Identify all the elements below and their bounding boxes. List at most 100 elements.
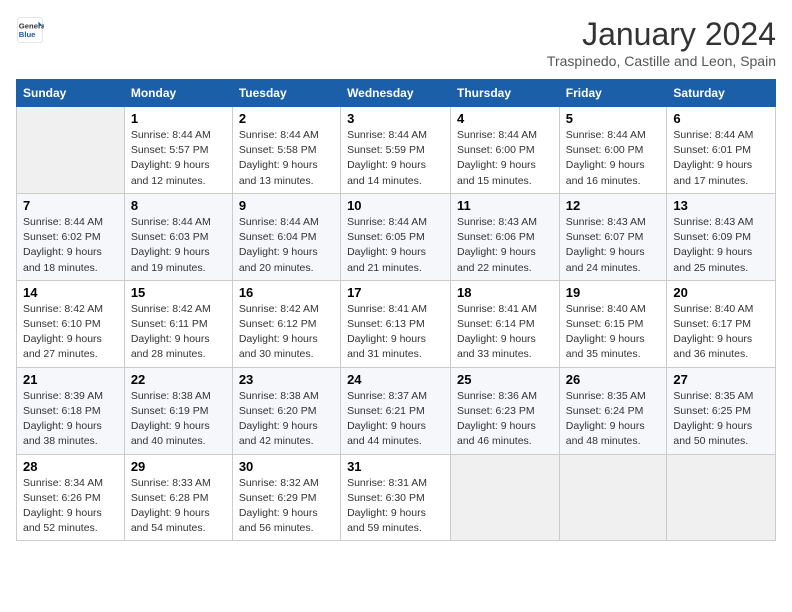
week-row-4: 21 Sunrise: 8:39 AMSunset: 6:18 PMDaylig… <box>17 367 776 454</box>
day-number: 19 <box>566 285 661 300</box>
day-cell <box>667 454 776 541</box>
week-row-1: 1 Sunrise: 8:44 AMSunset: 5:57 PMDayligh… <box>17 107 776 194</box>
day-number: 12 <box>566 198 661 213</box>
day-cell: 9 Sunrise: 8:44 AMSunset: 6:04 PMDayligh… <box>232 193 340 280</box>
day-cell: 17 Sunrise: 8:41 AMSunset: 6:13 PMDaylig… <box>341 280 451 367</box>
day-number: 29 <box>131 459 226 474</box>
day-number: 27 <box>673 372 769 387</box>
header-cell-saturday: Saturday <box>667 80 776 107</box>
day-info: Sunrise: 8:44 AMSunset: 6:02 PMDaylight:… <box>23 215 118 276</box>
header-cell-friday: Friday <box>559 80 667 107</box>
day-info: Sunrise: 8:35 AMSunset: 6:25 PMDaylight:… <box>673 389 769 450</box>
header-cell-sunday: Sunday <box>17 80 125 107</box>
day-info: Sunrise: 8:35 AMSunset: 6:24 PMDaylight:… <box>566 389 661 450</box>
day-cell: 19 Sunrise: 8:40 AMSunset: 6:15 PMDaylig… <box>559 280 667 367</box>
day-cell: 31 Sunrise: 8:31 AMSunset: 6:30 PMDaylig… <box>341 454 451 541</box>
day-info: Sunrise: 8:44 AMSunset: 6:04 PMDaylight:… <box>239 215 334 276</box>
day-number: 4 <box>457 111 553 126</box>
header-cell-monday: Monday <box>124 80 232 107</box>
day-info: Sunrise: 8:33 AMSunset: 6:28 PMDaylight:… <box>131 476 226 537</box>
day-info: Sunrise: 8:42 AMSunset: 6:10 PMDaylight:… <box>23 302 118 363</box>
day-cell: 30 Sunrise: 8:32 AMSunset: 6:29 PMDaylig… <box>232 454 340 541</box>
day-number: 20 <box>673 285 769 300</box>
day-number: 25 <box>457 372 553 387</box>
day-info: Sunrise: 8:41 AMSunset: 6:14 PMDaylight:… <box>457 302 553 363</box>
day-number: 23 <box>239 372 334 387</box>
day-number: 11 <box>457 198 553 213</box>
day-cell: 28 Sunrise: 8:34 AMSunset: 6:26 PMDaylig… <box>17 454 125 541</box>
day-number: 17 <box>347 285 444 300</box>
header-cell-thursday: Thursday <box>451 80 560 107</box>
day-cell: 4 Sunrise: 8:44 AMSunset: 6:00 PMDayligh… <box>451 107 560 194</box>
day-number: 2 <box>239 111 334 126</box>
day-info: Sunrise: 8:34 AMSunset: 6:26 PMDaylight:… <box>23 476 118 537</box>
day-cell <box>451 454 560 541</box>
day-info: Sunrise: 8:44 AMSunset: 5:59 PMDaylight:… <box>347 128 444 189</box>
day-info: Sunrise: 8:40 AMSunset: 6:15 PMDaylight:… <box>566 302 661 363</box>
day-cell: 2 Sunrise: 8:44 AMSunset: 5:58 PMDayligh… <box>232 107 340 194</box>
day-number: 18 <box>457 285 553 300</box>
logo: General Blue <box>16 16 44 44</box>
header-cell-tuesday: Tuesday <box>232 80 340 107</box>
day-number: 3 <box>347 111 444 126</box>
day-info: Sunrise: 8:36 AMSunset: 6:23 PMDaylight:… <box>457 389 553 450</box>
day-info: Sunrise: 8:31 AMSunset: 6:30 PMDaylight:… <box>347 476 444 537</box>
location-subtitle: Traspinedo, Castille and Leon, Spain <box>547 53 776 69</box>
day-cell: 14 Sunrise: 8:42 AMSunset: 6:10 PMDaylig… <box>17 280 125 367</box>
day-info: Sunrise: 8:42 AMSunset: 6:12 PMDaylight:… <box>239 302 334 363</box>
day-cell: 6 Sunrise: 8:44 AMSunset: 6:01 PMDayligh… <box>667 107 776 194</box>
day-number: 26 <box>566 372 661 387</box>
header: General Blue January 2024 Traspinedo, Ca… <box>16 16 776 69</box>
day-number: 9 <box>239 198 334 213</box>
header-cell-wednesday: Wednesday <box>341 80 451 107</box>
day-number: 28 <box>23 459 118 474</box>
day-cell <box>17 107 125 194</box>
day-cell <box>559 454 667 541</box>
day-cell: 24 Sunrise: 8:37 AMSunset: 6:21 PMDaylig… <box>341 367 451 454</box>
day-cell: 3 Sunrise: 8:44 AMSunset: 5:59 PMDayligh… <box>341 107 451 194</box>
calendar-table: SundayMondayTuesdayWednesdayThursdayFrid… <box>16 79 776 541</box>
day-info: Sunrise: 8:38 AMSunset: 6:19 PMDaylight:… <box>131 389 226 450</box>
day-number: 8 <box>131 198 226 213</box>
day-info: Sunrise: 8:37 AMSunset: 6:21 PMDaylight:… <box>347 389 444 450</box>
day-number: 22 <box>131 372 226 387</box>
day-cell: 16 Sunrise: 8:42 AMSunset: 6:12 PMDaylig… <box>232 280 340 367</box>
svg-text:General: General <box>19 22 44 31</box>
day-info: Sunrise: 8:44 AMSunset: 5:57 PMDaylight:… <box>131 128 226 189</box>
day-cell: 5 Sunrise: 8:44 AMSunset: 6:00 PMDayligh… <box>559 107 667 194</box>
day-info: Sunrise: 8:41 AMSunset: 6:13 PMDaylight:… <box>347 302 444 363</box>
day-cell: 27 Sunrise: 8:35 AMSunset: 6:25 PMDaylig… <box>667 367 776 454</box>
day-info: Sunrise: 8:44 AMSunset: 6:00 PMDaylight:… <box>457 128 553 189</box>
day-cell: 12 Sunrise: 8:43 AMSunset: 6:07 PMDaylig… <box>559 193 667 280</box>
day-number: 10 <box>347 198 444 213</box>
day-cell: 7 Sunrise: 8:44 AMSunset: 6:02 PMDayligh… <box>17 193 125 280</box>
day-info: Sunrise: 8:43 AMSunset: 6:06 PMDaylight:… <box>457 215 553 276</box>
week-row-3: 14 Sunrise: 8:42 AMSunset: 6:10 PMDaylig… <box>17 280 776 367</box>
week-row-2: 7 Sunrise: 8:44 AMSunset: 6:02 PMDayligh… <box>17 193 776 280</box>
day-info: Sunrise: 8:39 AMSunset: 6:18 PMDaylight:… <box>23 389 118 450</box>
day-info: Sunrise: 8:32 AMSunset: 6:29 PMDaylight:… <box>239 476 334 537</box>
logo-icon: General Blue <box>16 16 44 44</box>
day-cell: 18 Sunrise: 8:41 AMSunset: 6:14 PMDaylig… <box>451 280 560 367</box>
day-cell: 15 Sunrise: 8:42 AMSunset: 6:11 PMDaylig… <box>124 280 232 367</box>
day-number: 1 <box>131 111 226 126</box>
title-area: January 2024 Traspinedo, Castille and Le… <box>547 16 776 69</box>
day-cell: 13 Sunrise: 8:43 AMSunset: 6:09 PMDaylig… <box>667 193 776 280</box>
day-number: 24 <box>347 372 444 387</box>
day-info: Sunrise: 8:44 AMSunset: 6:03 PMDaylight:… <box>131 215 226 276</box>
day-info: Sunrise: 8:38 AMSunset: 6:20 PMDaylight:… <box>239 389 334 450</box>
day-number: 14 <box>23 285 118 300</box>
day-cell: 11 Sunrise: 8:43 AMSunset: 6:06 PMDaylig… <box>451 193 560 280</box>
week-row-5: 28 Sunrise: 8:34 AMSunset: 6:26 PMDaylig… <box>17 454 776 541</box>
day-info: Sunrise: 8:44 AMSunset: 6:00 PMDaylight:… <box>566 128 661 189</box>
day-number: 16 <box>239 285 334 300</box>
day-cell: 22 Sunrise: 8:38 AMSunset: 6:19 PMDaylig… <box>124 367 232 454</box>
day-info: Sunrise: 8:44 AMSunset: 6:05 PMDaylight:… <box>347 215 444 276</box>
svg-text:Blue: Blue <box>19 30 36 39</box>
day-number: 5 <box>566 111 661 126</box>
day-info: Sunrise: 8:44 AMSunset: 5:58 PMDaylight:… <box>239 128 334 189</box>
day-cell: 10 Sunrise: 8:44 AMSunset: 6:05 PMDaylig… <box>341 193 451 280</box>
day-cell: 23 Sunrise: 8:38 AMSunset: 6:20 PMDaylig… <box>232 367 340 454</box>
month-title: January 2024 <box>547 16 776 53</box>
day-info: Sunrise: 8:43 AMSunset: 6:09 PMDaylight:… <box>673 215 769 276</box>
